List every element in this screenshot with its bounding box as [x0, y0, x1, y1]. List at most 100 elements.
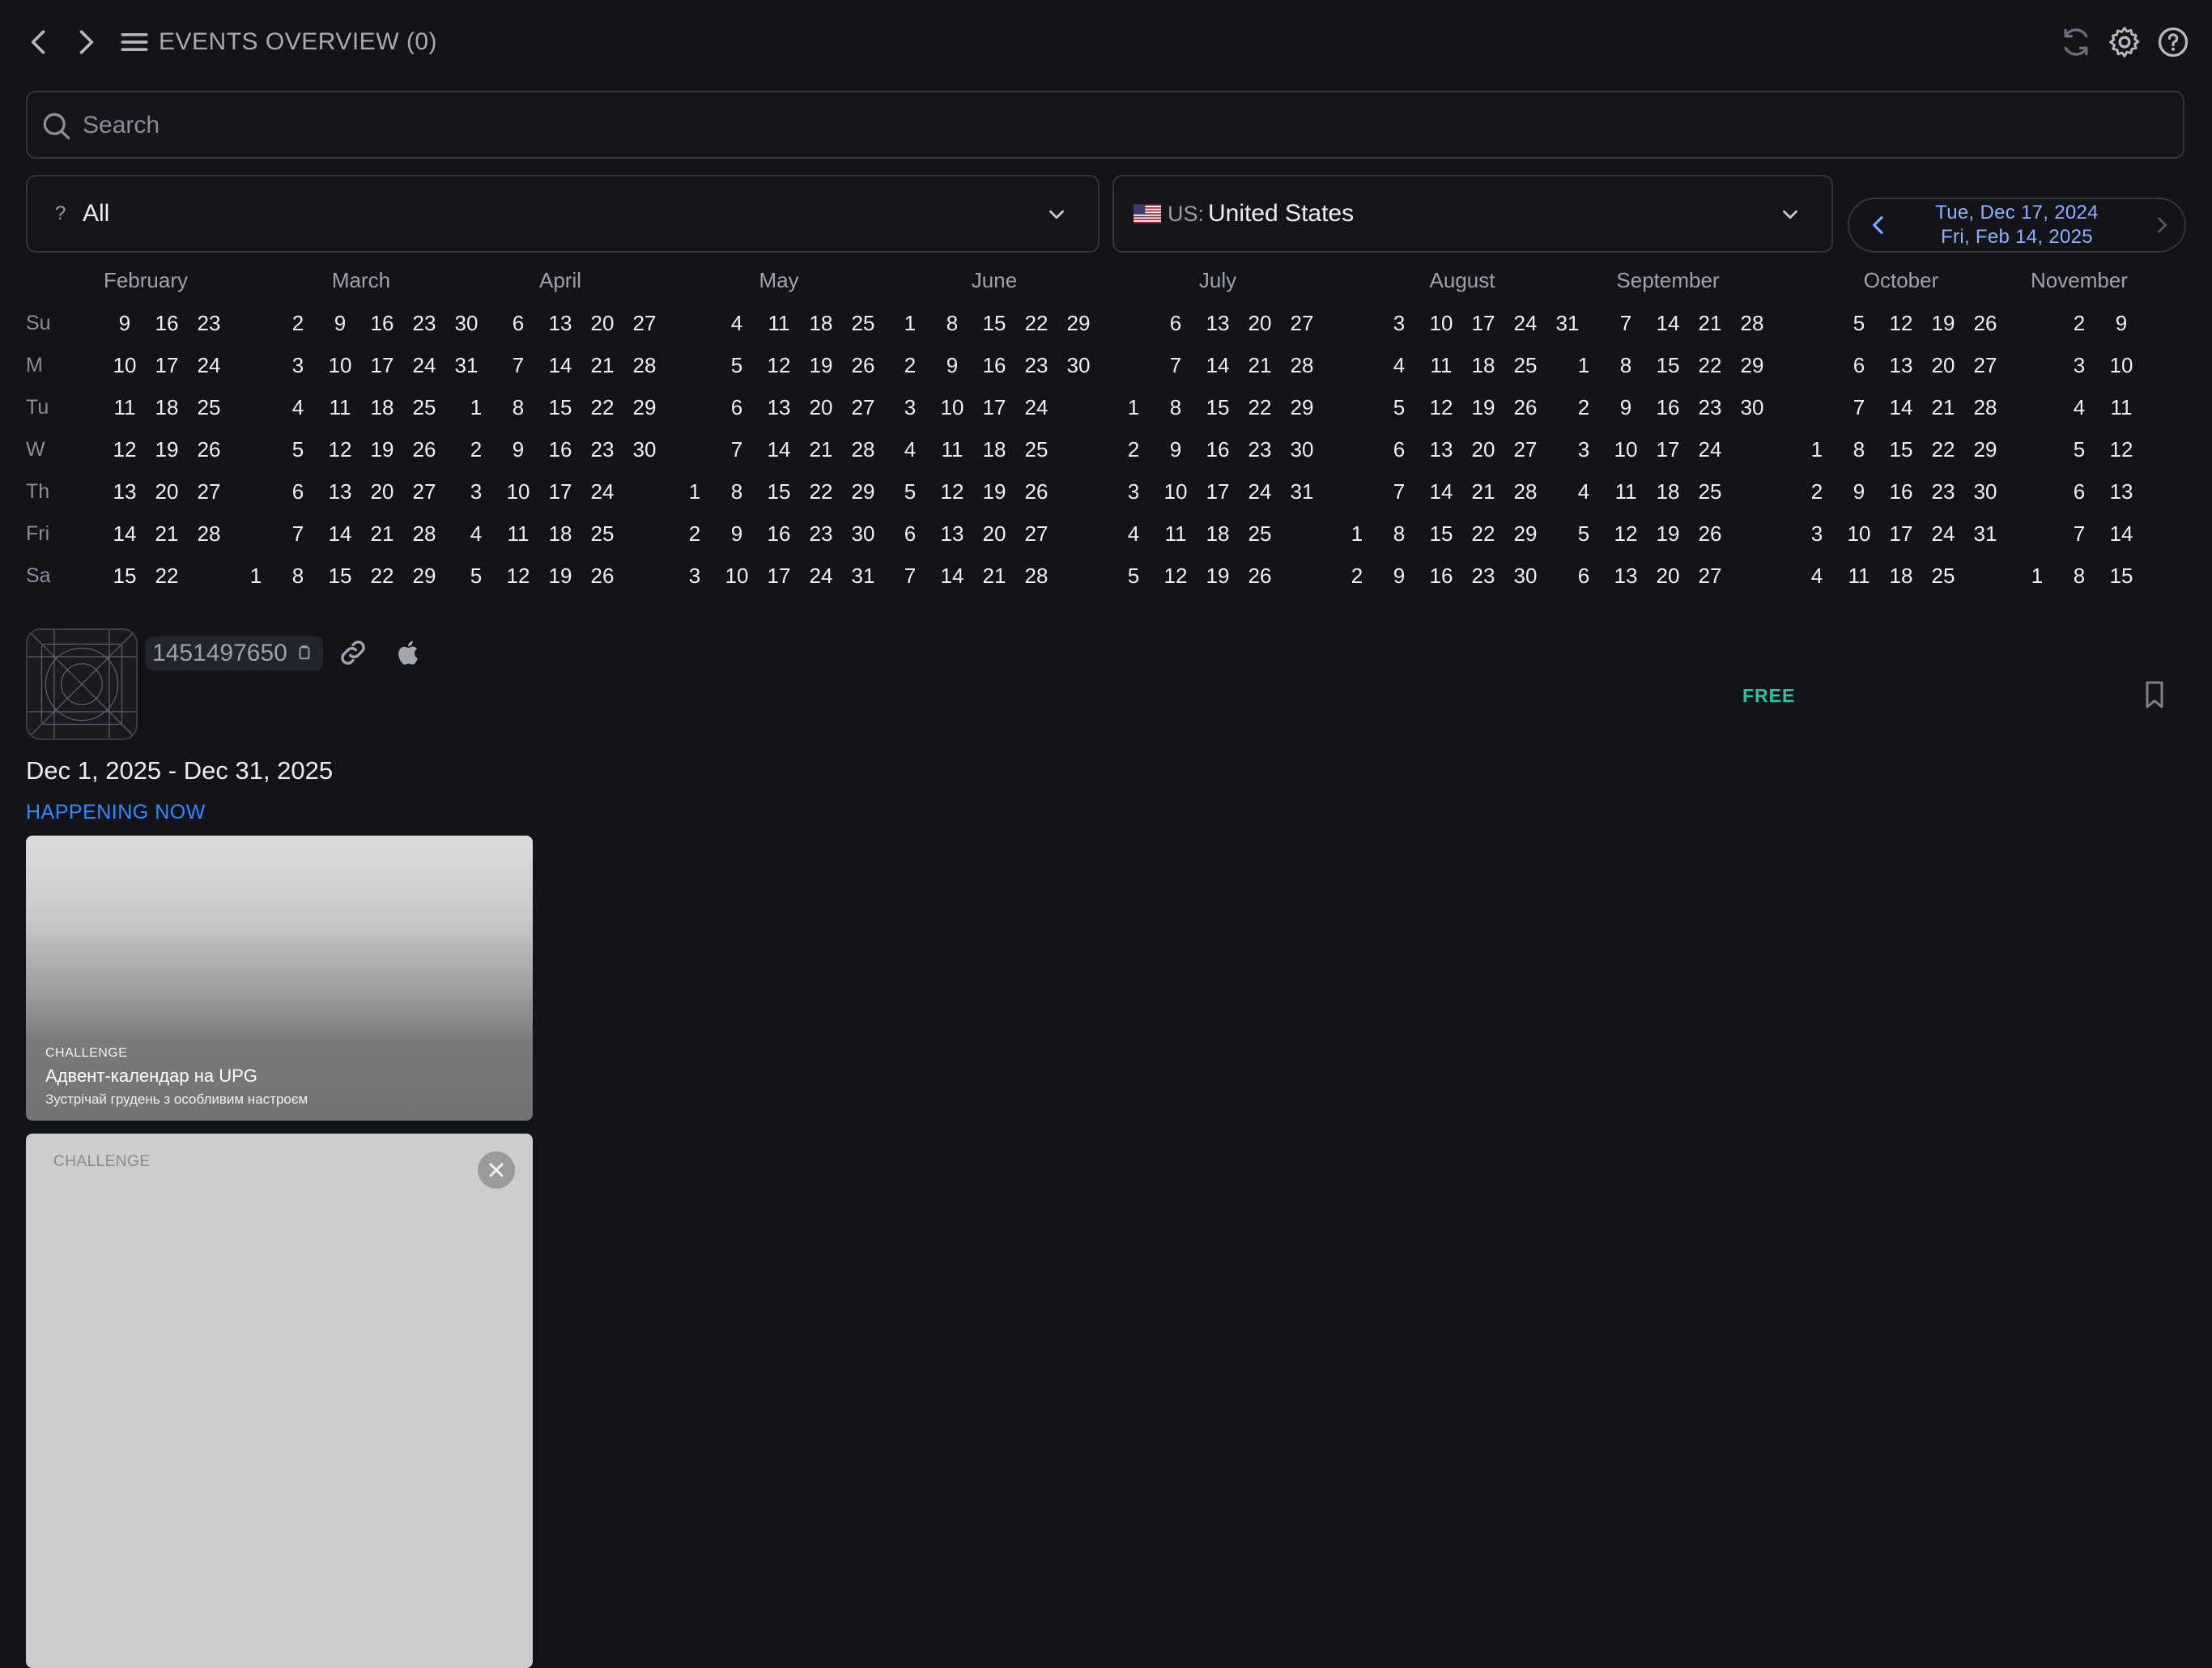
calendar-day[interactable]: 8 [1155, 395, 1196, 419]
calendar-day[interactable]: 8 [932, 311, 972, 335]
calendar-day[interactable]: 23 [1463, 564, 1504, 588]
calendar-day[interactable]: 5 [456, 564, 496, 588]
calendar-day[interactable]: 12 [2101, 437, 2142, 462]
calendar-day[interactable]: 26 [1690, 521, 1730, 546]
calendar-day[interactable]: 6 [717, 395, 757, 419]
calendar-day[interactable]: 18 [801, 311, 841, 335]
calendar-day[interactable]: 11 [1421, 353, 1461, 377]
calendar-day[interactable]: 4 [1797, 564, 1837, 588]
calendar-day[interactable]: 8 [278, 564, 318, 588]
calendar-day[interactable]: 18 [1648, 479, 1688, 504]
calendar-day[interactable]: 6 [278, 479, 318, 504]
calendar-day[interactable]: 2 [890, 353, 930, 377]
calendar-day[interactable]: 19 [540, 564, 581, 588]
calendar-day[interactable]: 30 [1058, 353, 1099, 377]
calendar-day[interactable]: 7 [890, 564, 930, 588]
calendar-day[interactable]: 9 [1839, 479, 1879, 504]
calendar-day[interactable]: 31 [1547, 311, 1588, 335]
calendar-day[interactable]: 28 [1282, 353, 1322, 377]
calendar-day[interactable]: 1 [674, 479, 715, 504]
calendar-day[interactable]: 16 [759, 521, 799, 546]
calendar-day[interactable]: 26 [843, 353, 883, 377]
calendar-day[interactable]: 21 [974, 564, 1015, 588]
calendar-day[interactable]: 26 [404, 437, 445, 462]
calendar-day[interactable]: 27 [404, 479, 445, 504]
calendar-day[interactable]: 1 [1337, 521, 1377, 546]
calendar-day[interactable]: 19 [1463, 395, 1504, 419]
calendar-day[interactable]: 16 [147, 311, 187, 335]
calendar-day[interactable]: 20 [1463, 437, 1504, 462]
calendar-day[interactable]: 30 [1282, 437, 1322, 462]
calendar-day[interactable]: 14 [1421, 479, 1461, 504]
calendar-day[interactable]: 20 [1923, 353, 1963, 377]
calendar-day[interactable]: 13 [2101, 479, 2142, 504]
calendar-day[interactable]: 11 [1839, 564, 1879, 588]
calendar-day[interactable]: 7 [1839, 395, 1879, 419]
event-card[interactable]: CHALLENGE Адвент-календар на UPG Зустріч… [26, 836, 533, 1121]
calendar-day[interactable]: 8 [498, 395, 538, 419]
calendar-day[interactable]: 9 [320, 311, 360, 335]
link-icon[interactable] [337, 636, 369, 669]
calendar-day[interactable]: 11 [2101, 395, 2142, 419]
calendar-day[interactable]: 17 [1881, 521, 1921, 546]
calendar-day[interactable]: 22 [1016, 311, 1057, 335]
calendar-day[interactable]: 15 [104, 564, 145, 588]
calendar-day[interactable]: 12 [320, 437, 360, 462]
calendar-day[interactable]: 15 [320, 564, 360, 588]
calendar-day[interactable]: 27 [1690, 564, 1730, 588]
calendar-day[interactable]: 9 [1379, 564, 1419, 588]
calendar-day[interactable]: 25 [1690, 479, 1730, 504]
apple-icon[interactable] [393, 636, 424, 669]
calendar-day[interactable]: 20 [362, 479, 402, 504]
calendar-day[interactable]: 23 [1690, 395, 1730, 419]
calendar-day[interactable]: 9 [932, 353, 972, 377]
app-id-chip[interactable]: 1451497650 [146, 636, 323, 670]
calendar-day[interactable]: 8 [1379, 521, 1419, 546]
calendar-day[interactable]: 3 [278, 353, 318, 377]
calendar-day[interactable]: 22 [1240, 395, 1280, 419]
calendar-day[interactable]: 17 [1463, 311, 1504, 335]
calendar-day[interactable]: 25 [843, 311, 883, 335]
calendar-day[interactable]: 24 [189, 353, 229, 377]
calendar-day[interactable]: 13 [104, 479, 145, 504]
calendar-day[interactable]: 13 [320, 479, 360, 504]
calendar-day[interactable]: 28 [404, 521, 445, 546]
calendar-day[interactable]: 26 [1505, 395, 1546, 419]
calendar-day[interactable]: 16 [1197, 437, 1238, 462]
calendar-day[interactable]: 19 [1197, 564, 1238, 588]
chevron-left-icon[interactable] [21, 24, 57, 60]
calendar-day[interactable]: 18 [1881, 564, 1921, 588]
calendar-day[interactable]: 9 [2101, 311, 2142, 335]
calendar-day[interactable]: 10 [1155, 479, 1196, 504]
calendar-day[interactable]: 22 [1923, 437, 1963, 462]
calendar-day[interactable]: 13 [1606, 564, 1646, 588]
calendar-day[interactable]: 1 [236, 564, 276, 588]
calendar-day[interactable]: 19 [147, 437, 187, 462]
calendar-day[interactable]: 24 [801, 564, 841, 588]
calendar-day[interactable]: 8 [1606, 353, 1646, 377]
calendar-day[interactable]: 14 [1197, 353, 1238, 377]
calendar-day[interactable]: 11 [104, 395, 145, 419]
calendar-day[interactable]: 4 [1113, 521, 1154, 546]
calendar-day[interactable]: 15 [1197, 395, 1238, 419]
calendar-day[interactable]: 8 [717, 479, 757, 504]
calendar-day[interactable]: 30 [1505, 564, 1546, 588]
calendar-day[interactable]: 12 [498, 564, 538, 588]
calendar-day[interactable]: 4 [890, 437, 930, 462]
calendar-day[interactable]: 21 [582, 353, 623, 377]
search-input[interactable] [81, 92, 2141, 159]
calendar-day[interactable]: 13 [932, 521, 972, 546]
calendar-day[interactable]: 13 [540, 311, 581, 335]
calendar-day[interactable]: 12 [759, 353, 799, 377]
calendar-day[interactable]: 3 [456, 479, 496, 504]
calendar-day[interactable]: 3 [1563, 437, 1604, 462]
calendar-day[interactable]: 27 [1282, 311, 1322, 335]
calendar-day[interactable]: 11 [1606, 479, 1646, 504]
calendar-day[interactable]: 21 [1690, 311, 1730, 335]
calendar-day[interactable]: 22 [582, 395, 623, 419]
calendar-day[interactable]: 10 [498, 479, 538, 504]
help-icon[interactable] [2155, 24, 2191, 60]
calendar-day[interactable]: 13 [1421, 437, 1461, 462]
calendar-day[interactable]: 3 [890, 395, 930, 419]
calendar-day[interactable]: 1 [890, 311, 930, 335]
